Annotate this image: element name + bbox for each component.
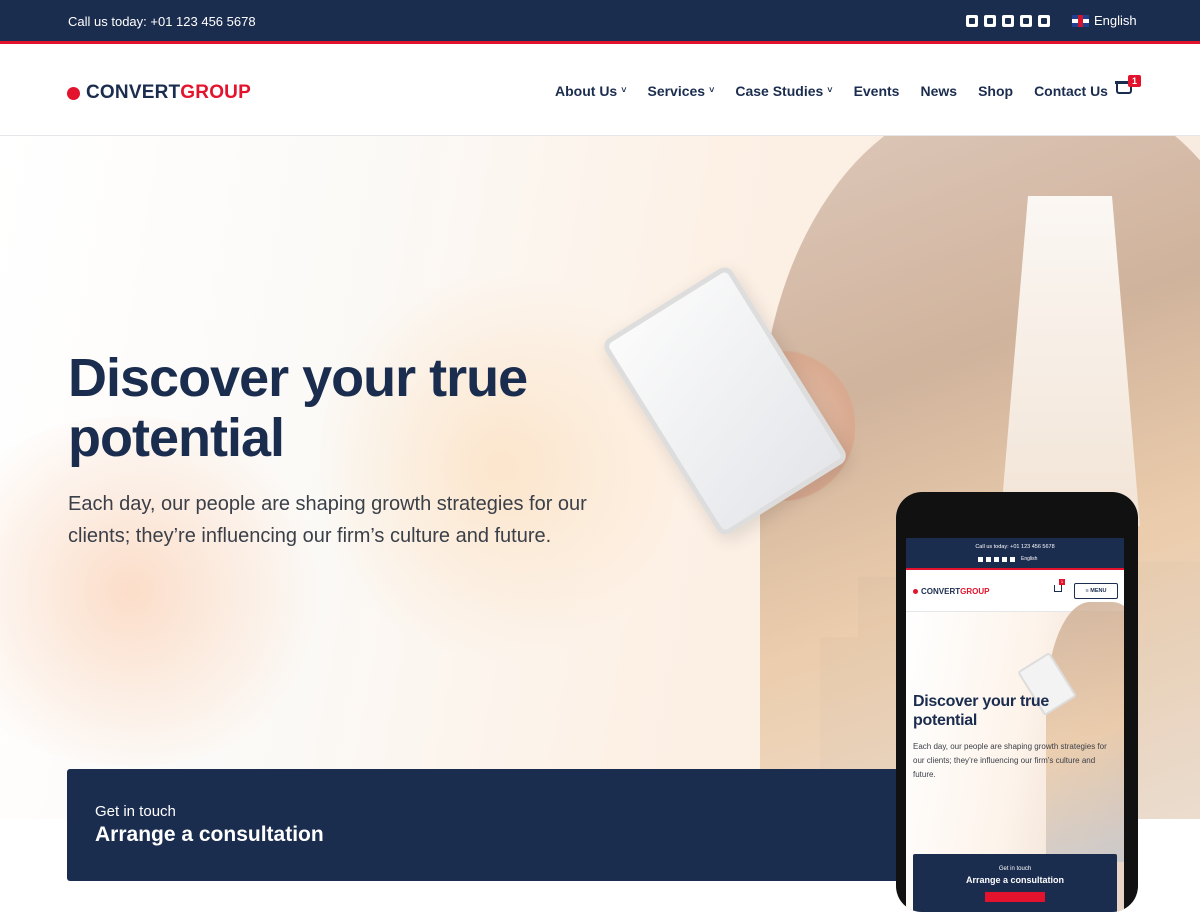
nav-case-studies[interactable]: Case Studies ˅ bbox=[735, 83, 832, 99]
nav-label: Services bbox=[647, 83, 706, 99]
facebook-icon bbox=[978, 556, 983, 562]
mobile-cart-badge: 1 bbox=[1059, 579, 1065, 585]
instagram-icon bbox=[994, 556, 999, 562]
nav-events[interactable]: Events bbox=[854, 83, 900, 99]
social-icons bbox=[966, 15, 1050, 27]
mobile-screen: Call us today: +01 123 456 5678 English … bbox=[906, 538, 1124, 912]
nav-label: Contact Us bbox=[1034, 83, 1108, 99]
mobile-language-label: English bbox=[1021, 556, 1038, 562]
mobile-menu-button: ≡ MENU bbox=[1074, 583, 1118, 599]
mobile-social-row: English bbox=[978, 556, 1037, 562]
top-bar: Call us today: +01 123 456 5678 English bbox=[0, 0, 1200, 44]
facebook-icon[interactable] bbox=[966, 15, 978, 27]
nav-news[interactable]: News bbox=[920, 83, 957, 99]
nav-label: About Us bbox=[555, 83, 618, 99]
twitter-icon bbox=[986, 556, 991, 562]
mobile-cta-title: Arrange a consultation bbox=[965, 875, 1064, 885]
nav-contact-us[interactable]: Contact Us bbox=[1034, 83, 1108, 99]
mobile-basket-icon: 1 bbox=[1054, 579, 1065, 592]
mobile-preview: Call us today: +01 123 456 5678 English … bbox=[896, 492, 1138, 912]
hero-text: Each day, our people are shaping growth … bbox=[68, 493, 587, 547]
logo-text-group: GROUP bbox=[960, 587, 990, 596]
nav-label: News bbox=[920, 83, 958, 99]
hero-glow bbox=[0, 416, 340, 766]
logo-text-convert: CONVERT bbox=[921, 587, 961, 596]
businessman-image bbox=[1046, 602, 1124, 862]
youtube-icon[interactable] bbox=[1020, 15, 1032, 27]
nav-services[interactable]: Services ˅ bbox=[647, 83, 714, 99]
chevron-down-icon: ˅ bbox=[827, 85, 833, 95]
nav-label: Events bbox=[853, 83, 900, 99]
nav-about-us[interactable]: About Us ˅ bbox=[555, 83, 626, 99]
hero-title: Discover your true potential bbox=[68, 348, 528, 468]
mobile-cta-small: Get in touch bbox=[998, 866, 1032, 872]
uk-flag-icon bbox=[1072, 14, 1089, 27]
site-header: CONVERTGROUP About Us ˅ Services ˅ Case St… bbox=[0, 47, 1200, 136]
nav-label: Case Studies bbox=[735, 83, 824, 99]
cart-button[interactable]: 1 bbox=[1115, 75, 1141, 96]
logo-text-group: GROUP bbox=[180, 82, 251, 103]
mobile-hero-text: Each day, our people are shaping growth … bbox=[913, 742, 1107, 779]
logo-dot-icon bbox=[67, 86, 80, 100]
mobile-hero-title: Discover your true potential bbox=[913, 693, 1049, 729]
chevron-down-icon: ˅ bbox=[621, 85, 627, 95]
instagram-icon[interactable] bbox=[1002, 15, 1014, 27]
nav-shop[interactable]: Shop bbox=[978, 83, 1013, 99]
language-label: English bbox=[1094, 13, 1137, 28]
youtube-icon bbox=[1002, 556, 1007, 562]
mobile-logo: CONVERTGROUP bbox=[913, 587, 989, 596]
cta-title: Arrange a consultation bbox=[95, 823, 324, 846]
logo-text-convert: CONVERT bbox=[86, 82, 181, 103]
mobile-hero: Discover your true potential Each day, o… bbox=[906, 602, 1124, 912]
main-nav: About Us ˅ Services ˅ Case Studies ˅ Events… bbox=[555, 83, 1129, 99]
logo[interactable]: CONVERTGROUP bbox=[67, 82, 251, 104]
cart-count-badge: 1 bbox=[1128, 75, 1141, 87]
linkedin-icon bbox=[1010, 556, 1015, 562]
call-us-text: Call us today: +01 123 456 5678 bbox=[68, 14, 256, 29]
language-selector[interactable]: English bbox=[1072, 13, 1137, 28]
consultation-banner[interactable]: Get in touch Arrange a consultation bbox=[67, 769, 927, 881]
mobile-cta-button bbox=[985, 892, 1045, 902]
cta-small-text: Get in touch bbox=[95, 803, 176, 820]
logo-dot-icon bbox=[913, 589, 918, 594]
mobile-cta: Get in touch Arrange a consultation bbox=[913, 854, 1117, 912]
linkedin-icon[interactable] bbox=[1038, 15, 1050, 27]
nav-label: Shop bbox=[978, 83, 1014, 99]
mobile-call-text: Call us today: +01 123 456 5678 bbox=[975, 544, 1055, 550]
chevron-down-icon: ˅ bbox=[709, 85, 715, 95]
twitter-icon[interactable] bbox=[984, 15, 996, 27]
mobile-top-bar: Call us today: +01 123 456 5678 English bbox=[906, 538, 1124, 570]
